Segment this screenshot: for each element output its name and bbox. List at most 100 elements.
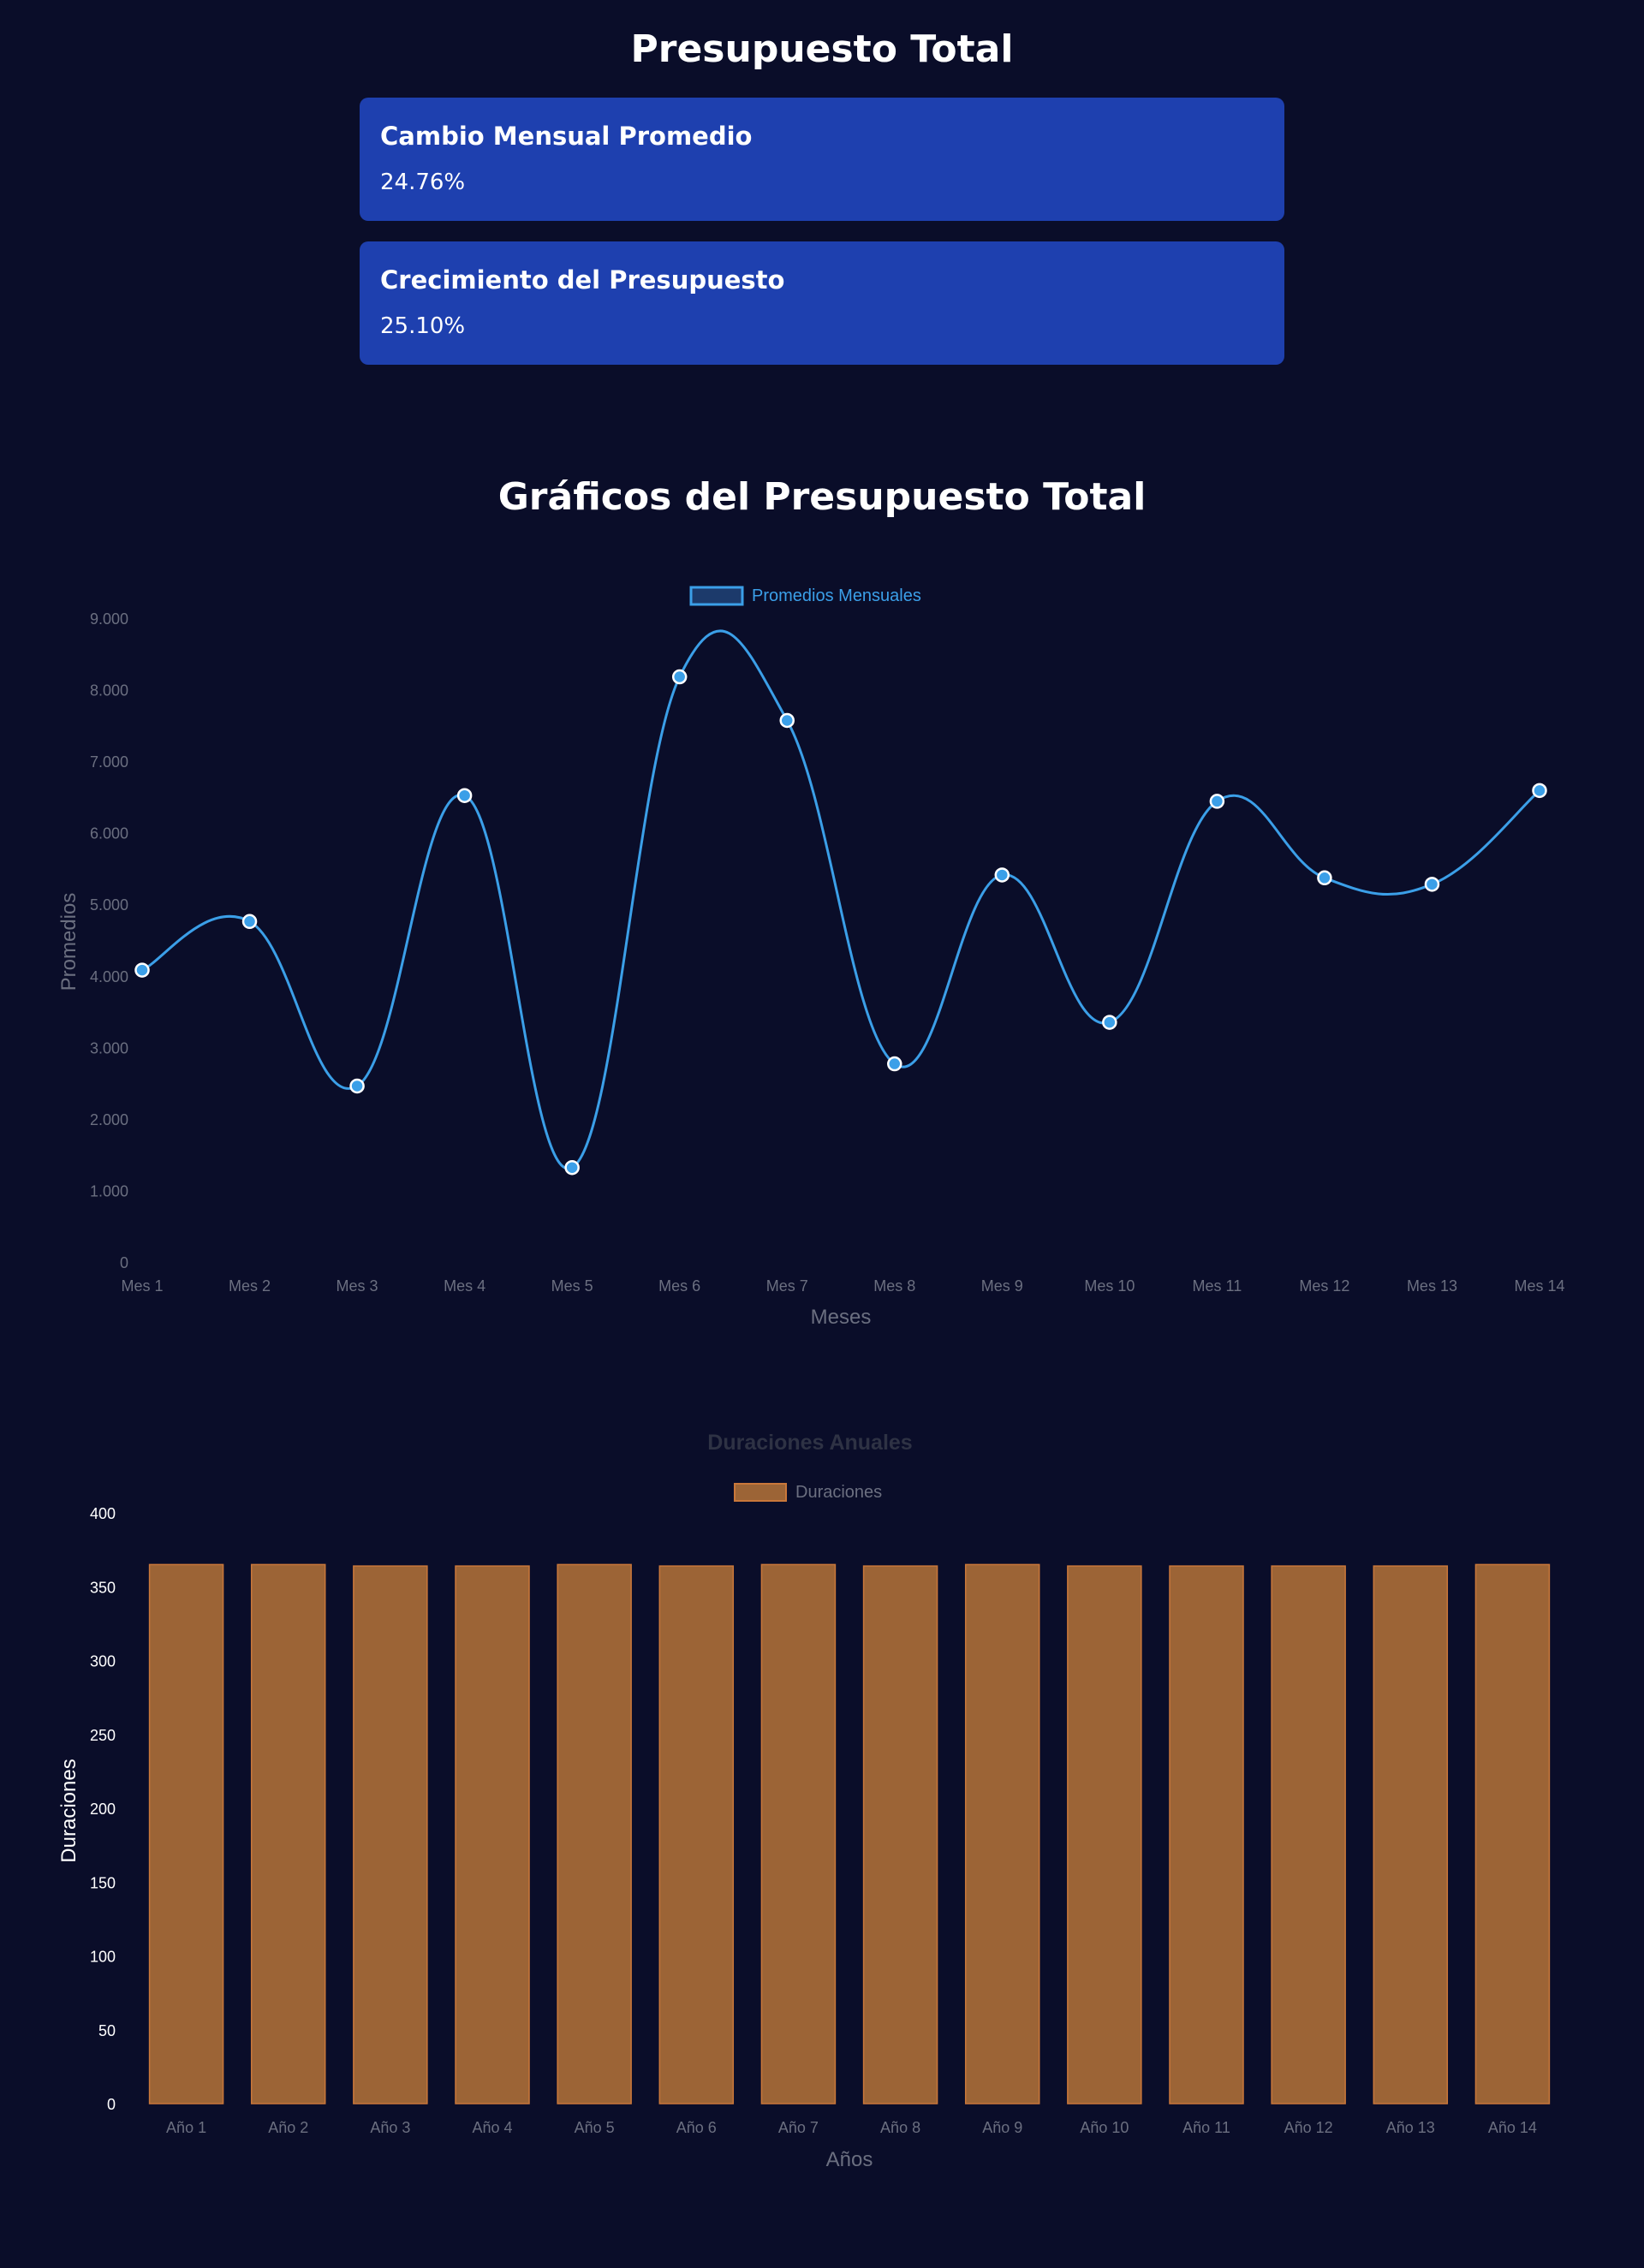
y-axis-ticks: 0 1.000 2.000 3.000 4.000 5.000 6.000 7.000 8.00… xyxy=(90,610,128,1271)
x-tick-label: Año 12 xyxy=(1284,2119,1333,2136)
y-tick-label: 4.000 xyxy=(90,968,128,985)
x-axis-label: Años xyxy=(826,2148,873,2171)
bar[interactable] xyxy=(760,1563,837,2104)
y-tick-label: 300 xyxy=(90,1653,116,1670)
x-tick-label: Año 7 xyxy=(778,2119,819,2136)
x-tick-label: Mes 13 xyxy=(1407,1277,1457,1295)
x-tick-label: Mes 12 xyxy=(1299,1277,1349,1295)
x-tick-label: Mes 8 xyxy=(873,1277,915,1295)
data-point[interactable] xyxy=(1532,783,1547,799)
y-tick-label: 100 xyxy=(90,1949,116,1966)
line-chart: Promedios Mensuales 0 1.000 2.000 3.000 4.00… xyxy=(57,586,1565,1329)
x-tick-label: Mes 5 xyxy=(551,1277,593,1295)
bar[interactable] xyxy=(1373,1565,1449,2104)
data-point[interactable] xyxy=(1424,877,1440,892)
x-tick-label: Mes 10 xyxy=(1084,1277,1135,1295)
x-tick-label: Año 10 xyxy=(1080,2119,1129,2136)
data-point[interactable] xyxy=(1317,870,1332,886)
y-tick-label: 0 xyxy=(120,1254,128,1271)
y-tick-label: 250 xyxy=(90,1727,116,1744)
y-tick-label: 9.000 xyxy=(90,610,128,628)
y-tick-label: 400 xyxy=(90,1505,116,1522)
y-axis-label: Duraciones xyxy=(57,1759,80,1862)
x-tick-label: Mes 14 xyxy=(1514,1277,1564,1295)
data-point[interactable] xyxy=(349,1078,365,1094)
x-tick-label: Mes 4 xyxy=(444,1277,485,1295)
y-tick-label: 8.000 xyxy=(90,682,128,699)
chart-title: Duraciones Anuales xyxy=(707,1431,912,1455)
y-tick-label: 3.000 xyxy=(90,1039,128,1057)
x-tick-label: Año 6 xyxy=(676,2119,717,2136)
stat-card-budget-growth: Crecimiento del Presupuesto 25.10% xyxy=(360,241,1284,365)
x-tick-label: Año 1 xyxy=(166,2119,206,2136)
legend-label: Duraciones xyxy=(795,1483,882,1502)
x-axis-ticks: Año 1 Año 2 Año 3 Año 4 Año 5 Año 6 Año 7 Año 8… xyxy=(166,2119,1537,2136)
data-point[interactable] xyxy=(564,1159,580,1176)
bar[interactable] xyxy=(557,1563,632,2104)
x-tick-label: Año 8 xyxy=(880,2119,920,2136)
y-tick-label: 200 xyxy=(90,1801,116,1818)
y-tick-label: 350 xyxy=(90,1579,116,1596)
data-point[interactable] xyxy=(1102,1015,1117,1030)
data-point[interactable] xyxy=(456,788,473,803)
x-tick-label: Mes 1 xyxy=(121,1277,163,1295)
legend-swatch xyxy=(734,1483,787,1502)
x-axis-label: Meses xyxy=(811,1306,872,1329)
bar[interactable] xyxy=(353,1565,428,2104)
page-title: Presupuesto Total xyxy=(630,27,1014,71)
bar[interactable] xyxy=(250,1563,326,2104)
bar-legend[interactable]: Duraciones xyxy=(734,1483,882,1502)
data-points xyxy=(134,669,1547,1176)
bar[interactable] xyxy=(1169,1565,1244,2104)
bar[interactable] xyxy=(1271,1565,1346,2104)
legend-swatch xyxy=(689,586,744,606)
x-tick-label: Mes 11 xyxy=(1193,1277,1242,1295)
y-tick-label: 5.000 xyxy=(90,896,128,914)
y-tick-label: 2.000 xyxy=(90,1111,128,1128)
stat-value: 24.76% xyxy=(380,170,466,195)
line-legend[interactable]: Promedios Mensuales xyxy=(689,586,921,606)
stat-card-monthly-change: Cambio Mensual Promedio 24.76% xyxy=(360,98,1284,221)
bar[interactable] xyxy=(148,1563,224,2104)
y-tick-label: 0 xyxy=(107,2096,116,2113)
data-point[interactable] xyxy=(134,962,150,978)
legend-label: Promedios Mensuales xyxy=(752,586,921,605)
x-tick-label: Año 9 xyxy=(982,2119,1022,2136)
x-axis-ticks: Mes 1 Mes 2 Mes 3 Mes 4 Mes 5 Mes 6 Mes 7 Mes 8… xyxy=(121,1277,1564,1295)
data-point[interactable] xyxy=(887,1056,902,1072)
bar[interactable] xyxy=(658,1565,735,2104)
bar[interactable] xyxy=(1067,1565,1142,2104)
data-point[interactable] xyxy=(779,712,795,729)
bar[interactable] xyxy=(862,1565,938,2104)
x-tick-label: Año 13 xyxy=(1386,2119,1435,2136)
y-tick-label: 50 xyxy=(98,2022,116,2039)
y-tick-label: 150 xyxy=(90,1874,116,1891)
bars xyxy=(148,1563,1551,2104)
data-point[interactable] xyxy=(1209,794,1225,809)
x-tick-label: Año 11 xyxy=(1182,2119,1230,2136)
section-title: Gráficos del Presupuesto Total xyxy=(497,475,1147,519)
x-tick-label: Mes 2 xyxy=(229,1277,271,1295)
x-tick-label: Mes 7 xyxy=(766,1277,808,1295)
y-tick-label: 6.000 xyxy=(90,825,128,842)
bar[interactable] xyxy=(1474,1563,1551,2104)
data-point[interactable] xyxy=(671,669,688,685)
data-point[interactable] xyxy=(241,914,258,930)
y-axis-label: Promedios xyxy=(57,893,80,991)
y-tick-label: 1.000 xyxy=(90,1182,128,1199)
bar-chart: Duraciones Anuales Duraciones 0 50 100 150 2… xyxy=(57,1431,1551,2171)
x-tick-label: Mes 3 xyxy=(337,1277,378,1295)
x-tick-label: Año 14 xyxy=(1488,2119,1537,2136)
x-tick-label: Mes 6 xyxy=(658,1277,700,1295)
y-axis-ticks: 0 50 100 150 200 250 300 350 400 xyxy=(90,1505,116,2113)
x-tick-label: Año 3 xyxy=(370,2119,410,2136)
bar[interactable] xyxy=(964,1563,1040,2104)
x-tick-label: Año 2 xyxy=(268,2119,308,2136)
bar[interactable] xyxy=(455,1565,530,2104)
x-tick-label: Mes 9 xyxy=(981,1277,1023,1295)
x-tick-label: Año 5 xyxy=(575,2119,615,2136)
stat-value: 25.10% xyxy=(380,313,466,339)
data-point[interactable] xyxy=(994,867,1010,883)
stat-label: Crecimiento del Presupuesto xyxy=(380,265,785,295)
x-tick-label: Año 4 xyxy=(472,2119,512,2136)
